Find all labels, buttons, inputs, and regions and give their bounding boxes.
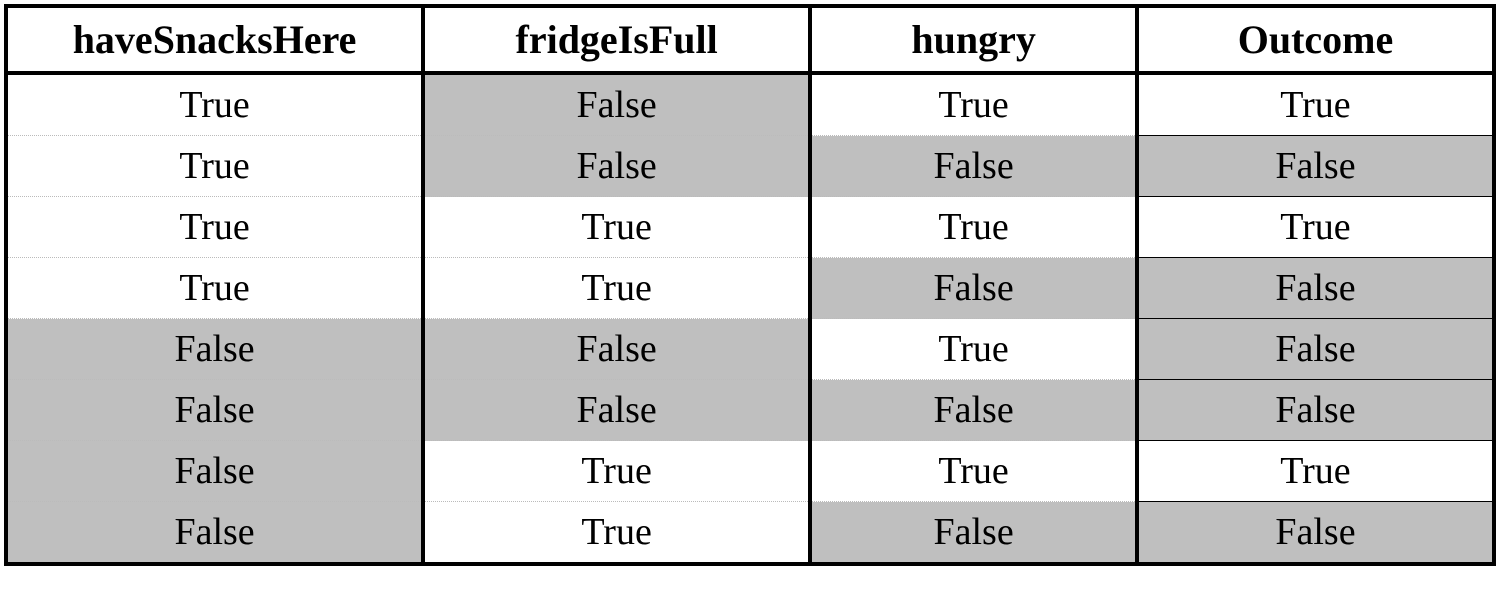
cell: True — [425, 197, 808, 258]
cell: False — [425, 380, 808, 441]
cell: False — [812, 380, 1135, 441]
cell: True — [425, 258, 808, 319]
cell: True — [425, 441, 808, 502]
cell: False — [1139, 319, 1492, 380]
column-outcome: Outcome True False True False False Fals… — [1135, 4, 1496, 566]
truth-table: haveSnacksHere True True True True False… — [4, 4, 1508, 566]
cell: True — [1139, 73, 1492, 136]
cell: True — [8, 197, 421, 258]
cell: False — [425, 136, 808, 197]
cell: True — [812, 441, 1135, 502]
cell: False — [812, 258, 1135, 319]
cell: False — [8, 502, 421, 563]
cell: False — [425, 319, 808, 380]
cell: True — [8, 73, 421, 136]
header-outcome: Outcome — [1139, 8, 1492, 73]
cell: False — [812, 502, 1135, 563]
cell: False — [8, 380, 421, 441]
column-hungry: hungry True False True False True False … — [808, 4, 1139, 566]
cell: True — [1139, 197, 1492, 258]
cell: True — [425, 502, 808, 563]
cell: False — [8, 441, 421, 502]
header-fridgeIsFull: fridgeIsFull — [425, 8, 808, 73]
column-haveSnacksHere: haveSnacksHere True True True True False… — [4, 4, 425, 566]
column-fridgeIsFull: fridgeIsFull False False True True False… — [421, 4, 812, 566]
header-hungry: hungry — [812, 8, 1135, 73]
cell: True — [812, 197, 1135, 258]
cell: False — [1139, 380, 1492, 441]
cell: False — [425, 73, 808, 136]
cell: True — [812, 319, 1135, 380]
cell: True — [8, 258, 421, 319]
cell: False — [1139, 136, 1492, 197]
cell: True — [1139, 441, 1492, 502]
cell: False — [1139, 258, 1492, 319]
cell: False — [812, 136, 1135, 197]
cell: False — [1139, 502, 1492, 563]
header-haveSnacksHere: haveSnacksHere — [8, 8, 421, 73]
cell: False — [8, 319, 421, 380]
cell: True — [812, 73, 1135, 136]
cell: True — [8, 136, 421, 197]
